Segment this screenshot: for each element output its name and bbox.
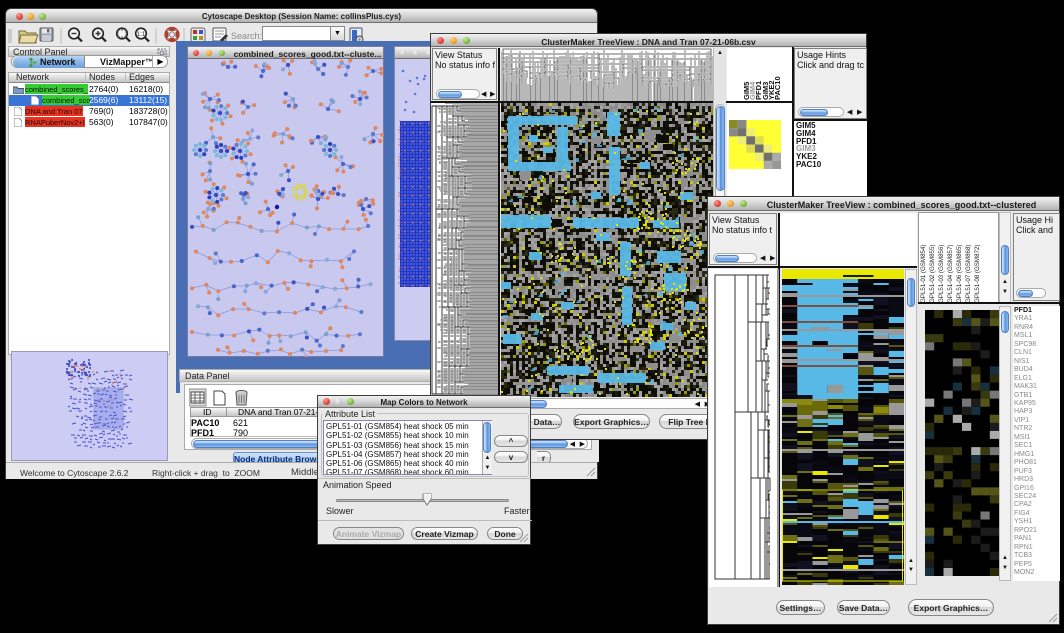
svg-text:1:1: 1:1 bbox=[137, 32, 146, 38]
